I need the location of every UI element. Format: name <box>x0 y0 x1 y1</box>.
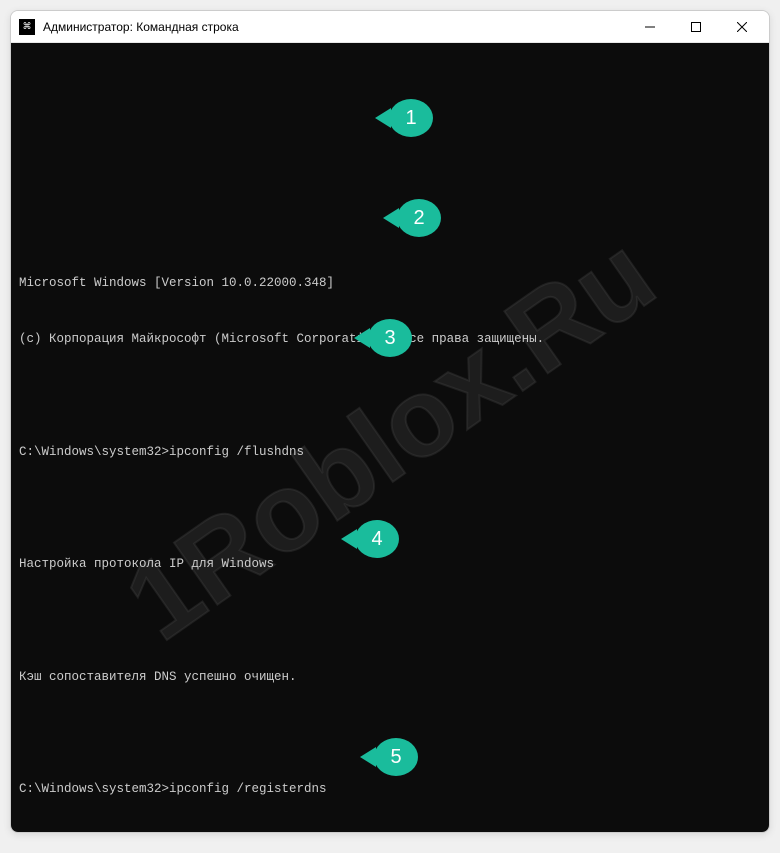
annotation-bubble-3: 3 <box>368 319 412 357</box>
flush-result: Кэш сопоставителя DNS успешно очищен. <box>19 668 761 687</box>
command-2: ipconfig /registerdns <box>169 782 327 796</box>
annotation-bubble-4: 4 <box>355 520 399 558</box>
command-1: ipconfig /flushdns <box>169 445 304 459</box>
config-label: Настройка протокола IP для Windows <box>19 555 761 574</box>
window-controls <box>627 11 765 42</box>
maximize-icon <box>691 22 701 32</box>
prompt: C:\Windows\system32> <box>19 445 169 459</box>
prompt-line-1: C:\Windows\system32>ipconfig /flushdns <box>19 443 761 462</box>
cmd-icon <box>19 19 35 35</box>
cmd-window: Администратор: Командная строка 1Roblox.… <box>10 10 770 833</box>
blank-line <box>19 499 761 518</box>
terminal-area[interactable]: 1Roblox.Ru 1 2 3 4 5 Microsoft Windows [… <box>11 43 769 832</box>
minimize-icon <box>645 22 655 32</box>
version-line: Microsoft Windows [Version 10.0.22000.34… <box>19 274 761 293</box>
maximize-button[interactable] <box>673 11 719 43</box>
close-button[interactable] <box>719 11 765 43</box>
titlebar[interactable]: Администратор: Командная строка <box>11 11 769 43</box>
window-title: Администратор: Командная строка <box>43 20 627 34</box>
blank-line <box>19 612 761 631</box>
annotation-bubble-2: 2 <box>397 199 441 237</box>
blank-line <box>19 387 761 406</box>
prompt-line-2: C:\Windows\system32>ipconfig /registerdn… <box>19 780 761 799</box>
close-icon <box>737 22 747 32</box>
annotation-bubble-5: 5 <box>374 738 418 776</box>
prompt: C:\Windows\system32> <box>19 782 169 796</box>
annotation-bubble-1: 1 <box>389 99 433 137</box>
minimize-button[interactable] <box>627 11 673 43</box>
